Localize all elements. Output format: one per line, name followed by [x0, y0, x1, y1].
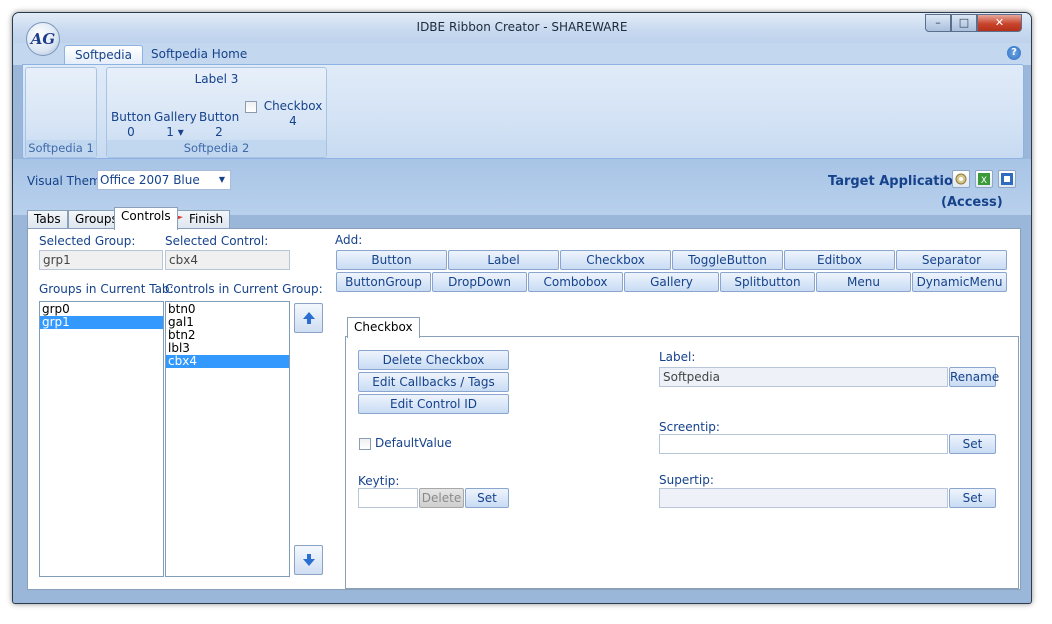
group-label: Softpedia 2	[107, 140, 326, 157]
gallery-sub: 1 ▾	[166, 125, 184, 139]
gear-icon[interactable]	[952, 170, 970, 188]
edit-callbacks-button[interactable]: Edit Callbacks / Tags	[358, 372, 509, 392]
ribbon-group-softpedia-1: Softpedia 1	[25, 67, 97, 158]
selected-control-label: Selected Control:	[165, 234, 269, 248]
add-combobox-button[interactable]: Combobox	[528, 272, 623, 292]
add-separator-button[interactable]: Separator	[896, 250, 1007, 270]
label-input[interactable]: Softpedia	[659, 367, 948, 387]
tab-checkbox-editor[interactable]: Checkbox	[347, 317, 420, 338]
app-window: IDBE Ribbon Creator - SHAREWARE – □ ✕ AG…	[12, 12, 1032, 604]
add-label: Add:	[335, 233, 363, 247]
move-up-button[interactable]	[294, 303, 323, 333]
minimize-button[interactable]: –	[925, 14, 951, 32]
target-application-value: (Access)	[941, 195, 1003, 210]
window-title: IDBE Ribbon Creator - SHAREWARE	[416, 20, 628, 34]
ribbon-gallery-1[interactable]: Gallery 1 ▾	[154, 110, 197, 140]
keytip-label: Keytip:	[358, 474, 400, 488]
supertip-input[interactable]	[659, 488, 948, 508]
maximize-button[interactable]: □	[951, 14, 977, 32]
selected-group-label: Selected Group:	[39, 234, 136, 248]
ribbon-label-3: Label 3	[194, 72, 239, 86]
ribbon-tab-softpedia[interactable]: Softpedia	[64, 45, 143, 65]
tab-controls[interactable]: Controls	[114, 207, 178, 230]
selected-control-field: cbx4	[165, 250, 290, 270]
excel-icon[interactable]: X	[975, 170, 993, 188]
add-checkbox-button[interactable]: Checkbox	[560, 250, 671, 270]
app-logo-button[interactable]: AG	[26, 22, 60, 56]
default-value-checkbox[interactable]	[359, 438, 371, 450]
groups-list-label: Groups in Current Tab:	[39, 282, 174, 296]
controls-list-label: Controls in Current Group:	[165, 282, 323, 296]
arrow-down-icon	[302, 554, 315, 566]
delete-checkbox-button[interactable]: Delete Checkbox	[358, 350, 509, 370]
ribbon-checkbox[interactable]	[245, 101, 257, 113]
svg-text:X: X	[981, 176, 987, 186]
keytip-delete-button[interactable]: Delete	[419, 488, 464, 508]
help-icon[interactable]: ?	[1007, 46, 1021, 60]
gallery-label: Gallery	[154, 110, 197, 124]
button-label: Button	[199, 110, 240, 124]
button-sub: 0	[127, 125, 135, 139]
supertip-label: Supertip:	[659, 473, 714, 487]
add-gallery-button[interactable]: Gallery	[624, 272, 719, 292]
close-button[interactable]: ✕	[977, 14, 1022, 32]
tab-finish-label: Finish	[189, 212, 224, 226]
tab-tabs[interactable]: Tabs	[27, 210, 68, 229]
add-label-button[interactable]: Label	[448, 250, 559, 270]
list-item[interactable]: grp1	[40, 316, 163, 329]
selected-group-field: grp1	[39, 250, 163, 270]
edit-control-id-button[interactable]: Edit Control ID	[358, 394, 509, 414]
target-application-label: Target Application:	[828, 174, 968, 189]
add-buttongroup-button[interactable]: ButtonGroup	[336, 272, 431, 292]
control-editor-panel: Delete Checkbox Edit Callbacks / Tags Ed…	[345, 336, 1019, 589]
ribbon-tab-softpedia-home[interactable]: Softpedia Home	[141, 45, 257, 65]
arrow-up-icon	[302, 312, 315, 324]
add-menu-button[interactable]: Menu	[816, 272, 911, 292]
rename-button[interactable]: Rename	[949, 367, 999, 387]
default-value-label: DefaultValue	[375, 436, 452, 450]
add-dropdown-button[interactable]: DropDown	[432, 272, 527, 292]
chevron-down-icon: ▼	[218, 175, 225, 184]
add-button-button[interactable]: Button	[336, 250, 447, 270]
keytip-set-button[interactable]: Set	[465, 488, 509, 508]
controls-listbox[interactable]: btn0 gal1 btn2 lbl3 cbx4	[165, 301, 290, 577]
ribbon-preview: Softpedia 1 Label 3 Button 0 Gallery 1 ▾…	[22, 64, 1024, 159]
screentip-label: Screentip:	[659, 420, 720, 434]
ribbon-button-0[interactable]: Button 0	[111, 110, 151, 140]
add-editbox-button[interactable]: Editbox	[784, 250, 895, 270]
label-label: Label:	[659, 350, 696, 364]
group-label: Softpedia 1	[26, 140, 96, 157]
ribbon-tab-row: Softpedia Softpedia Home ?	[13, 43, 1031, 65]
title-bar[interactable]: IDBE Ribbon Creator - SHAREWARE – □ ✕	[13, 13, 1031, 43]
ribbon-group-softpedia-2: Label 3 Button 0 Gallery 1 ▾ Button 2 Ch…	[106, 67, 327, 158]
screentip-input[interactable]	[659, 434, 948, 454]
add-dynamicmenu-button[interactable]: DynamicMenu	[912, 272, 1007, 292]
controls-panel: Selected Group: grp1 Selected Control: c…	[27, 228, 1021, 590]
button-sub: 2	[215, 125, 223, 139]
add-togglebutton-button[interactable]: ToggleButton	[672, 250, 783, 270]
ribbon-button-2[interactable]: Button 2	[199, 110, 239, 140]
groups-listbox[interactable]: grp0 grp1	[39, 301, 164, 577]
screentip-set-button[interactable]: Set	[949, 434, 996, 454]
button-label: Button	[111, 110, 152, 124]
visual-theme-select[interactable]: Office 2007 Blue ▼	[97, 170, 231, 190]
add-splitbutton-button[interactable]: Splitbutton	[720, 272, 815, 292]
visual-theme-value: Office 2007 Blue	[100, 173, 200, 187]
list-item[interactable]: cbx4	[166, 355, 289, 368]
ribbon-checkbox-label: Checkbox 4	[263, 99, 323, 128]
outlook-icon[interactable]	[998, 170, 1016, 188]
move-down-button[interactable]	[294, 545, 323, 575]
supertip-set-button[interactable]: Set	[949, 488, 996, 508]
keytip-input[interactable]	[358, 488, 418, 508]
